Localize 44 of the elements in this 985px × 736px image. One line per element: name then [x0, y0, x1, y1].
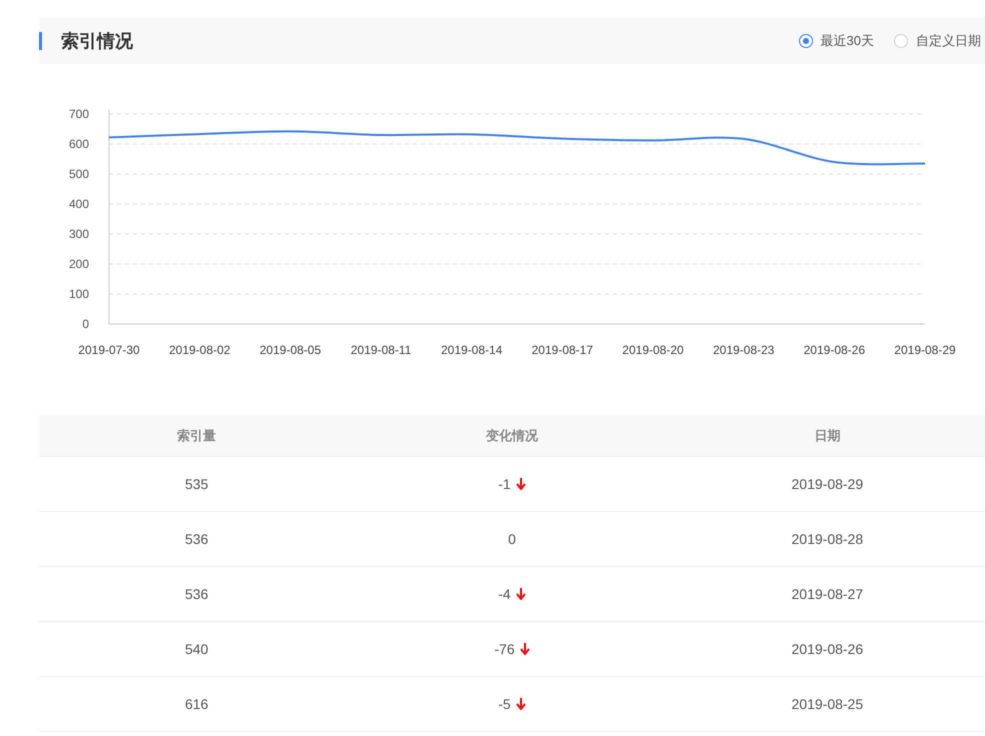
accent-bar — [39, 32, 42, 50]
down-arrow-icon — [516, 588, 526, 600]
table-cell-text: 616 — [184, 694, 208, 714]
table-cell-text: -76 — [494, 640, 515, 658]
y-tick-label: 200 — [68, 257, 89, 271]
down-arrow-icon — [516, 478, 526, 490]
x-tick-label: 2019-08-26 — [804, 343, 866, 357]
y-tick-label: 300 — [68, 227, 89, 241]
down-arrow-icon — [520, 643, 530, 655]
table-cell-text: 2019-08-26 — [792, 640, 864, 658]
x-tick-label: 2019-08-29 — [894, 343, 956, 357]
table-cell-text: -1 — [498, 474, 511, 494]
x-tick-label: 2019-08-14 — [440, 343, 502, 357]
y-tick-label: 400 — [68, 197, 89, 211]
table-cell-text: 2019-08-27 — [792, 584, 864, 604]
x-tick-label: 2019-08-23 — [712, 343, 774, 357]
section-title: 索引情况 — [61, 30, 133, 52]
down-arrow-icon — [516, 698, 526, 710]
table-cell-text: 2019-08-29 — [792, 474, 864, 494]
radio-option[interactable]: 自定义日期 — [894, 31, 981, 51]
table-cell-text: -4 — [498, 584, 511, 604]
table-cell-text: 536 — [184, 584, 208, 604]
x-tick-label: 2019-07-30 — [78, 343, 140, 357]
table-cell-text: 2019-08-28 — [792, 530, 864, 548]
y-tick-label: 500 — [68, 167, 89, 181]
table-cell-text: 535 — [184, 474, 208, 494]
y-tick-label: 700 — [68, 107, 89, 121]
table-cell-text: 536 — [184, 530, 208, 548]
column-header: 变化情况 — [486, 426, 538, 445]
x-tick-label: 2019-08-11 — [350, 343, 412, 357]
x-tick-label: 2019-08-20 — [622, 343, 684, 357]
table-cell-text: 0 — [508, 530, 516, 548]
radio-option[interactable]: 最近30天 — [798, 31, 874, 51]
x-tick-label: 2019-08-17 — [532, 343, 594, 357]
column-header: 日期 — [814, 426, 840, 445]
column-header: 索引量 — [177, 426, 216, 445]
y-tick-label: 600 — [68, 137, 89, 151]
table-cell-text: 540 — [184, 640, 208, 658]
y-tick-label: 0 — [82, 317, 89, 331]
y-tick-label: 100 — [68, 287, 89, 301]
x-tick-label: 2019-08-02 — [168, 343, 230, 357]
x-tick-label: 2019-08-05 — [260, 343, 322, 357]
table-cell-text: 2019-08-25 — [792, 694, 864, 714]
table-cell-text: -5 — [498, 694, 511, 714]
